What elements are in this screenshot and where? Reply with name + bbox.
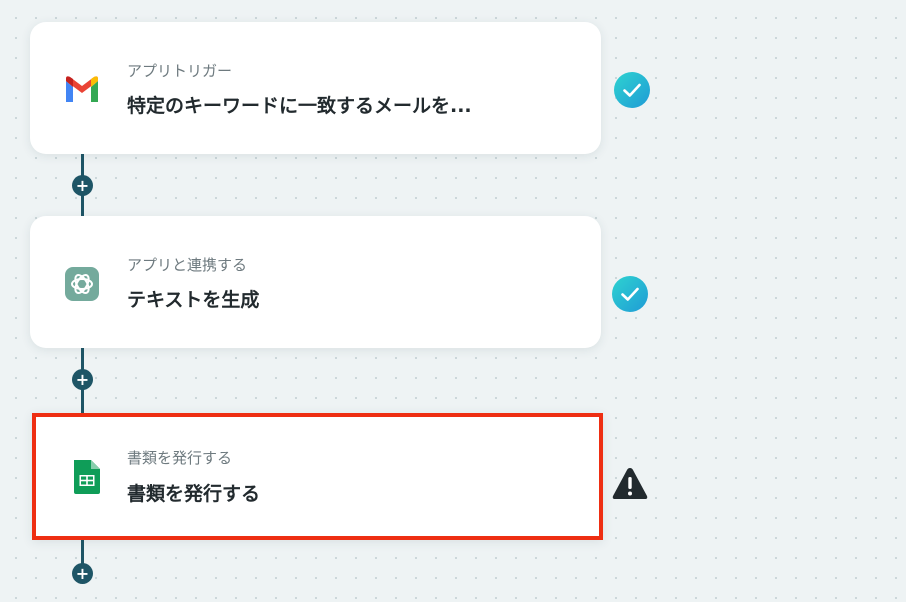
step-card-generate-text[interactable]: アプリと連携する テキストを生成	[30, 216, 601, 348]
step-card-trigger[interactable]: アプリトリガー 特定のキーワードに一致するメールを...	[30, 22, 601, 154]
flow-canvas: + + + アプリトリガー 特定のキーワードに一致するメールを... アプリと連…	[0, 0, 906, 602]
add-step-button[interactable]: +	[72, 175, 93, 196]
step-subtitle: アプリと連携する	[127, 256, 248, 274]
step-subtitle: 書類を発行する	[127, 449, 233, 467]
step-title: テキストを生成	[127, 289, 260, 311]
check-icon	[612, 276, 648, 312]
google-sheets-icon	[74, 460, 100, 494]
step-subtitle: アプリトリガー	[127, 62, 233, 80]
check-icon	[614, 72, 650, 108]
gmail-icon	[66, 76, 98, 102]
chatgpt-icon	[65, 267, 99, 301]
step-card-issue-document[interactable]: 書類を発行する 書類を発行する	[32, 413, 603, 540]
step-title: 特定のキーワードに一致するメールを...	[127, 95, 472, 117]
add-step-button[interactable]: +	[72, 563, 93, 584]
step-title: 書類を発行する	[127, 483, 261, 505]
add-step-button[interactable]: +	[72, 369, 93, 390]
warning-icon	[612, 468, 648, 499]
